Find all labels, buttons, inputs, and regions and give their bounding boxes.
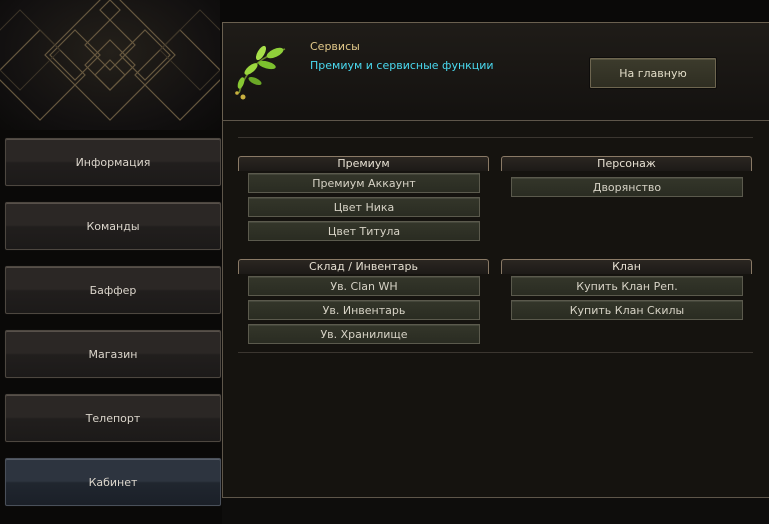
- bottom-strip: [222, 498, 769, 524]
- sidebar-item-cabinet[interactable]: Кабинет: [5, 458, 221, 506]
- section-premium: Премиум: [238, 156, 489, 171]
- clan-wh-button[interactable]: Ув. Clan WH: [248, 276, 480, 296]
- buy-clan-skills-button[interactable]: Купить Клан Скилы: [511, 300, 743, 320]
- page-title: Сервисы: [310, 40, 360, 53]
- sidebar-item-label: Магазин: [88, 347, 138, 361]
- sidebar-item-information[interactable]: Информация: [5, 138, 221, 186]
- sidebar-item-buffer[interactable]: Баффер: [5, 266, 221, 314]
- sidebar-item-shop[interactable]: Магазин: [5, 330, 221, 378]
- diamond-pattern-icon: [0, 0, 220, 121]
- title-color-button[interactable]: Цвет Титула: [248, 221, 480, 241]
- section-title: Премиум: [238, 156, 489, 171]
- logo-emblem: [0, 0, 220, 130]
- premium-account-button[interactable]: Премиум Аккаунт: [248, 173, 480, 193]
- page-subtitle: Премиум и сервисные функции: [310, 59, 494, 72]
- buy-clan-rep-button[interactable]: Купить Клан Реп.: [511, 276, 743, 296]
- section-storage: Склад / Инвентарь: [238, 259, 489, 274]
- sidebar-item-label: Баффер: [89, 283, 137, 297]
- home-button[interactable]: На главную: [590, 58, 716, 88]
- main-panel: Премиум Премиум Аккаунт Цвет Ника Цвет Т…: [222, 120, 769, 498]
- nobility-button[interactable]: Дворянство: [511, 177, 743, 197]
- divider: [238, 352, 753, 353]
- sidebar-item-commands[interactable]: Команды: [5, 202, 221, 250]
- sidebar-item-label: Информация: [75, 155, 151, 169]
- sidebar-item-label: Команды: [86, 219, 140, 233]
- section-title: Клан: [501, 259, 752, 274]
- inventory-button[interactable]: Ув. Инвентарь: [248, 300, 480, 320]
- sidebar-item-label: Кабинет: [88, 475, 138, 489]
- divider: [238, 137, 753, 138]
- section-character: Персонаж: [501, 156, 752, 171]
- header-panel: Сервисы Премиум и сервисные функции На г…: [222, 22, 769, 126]
- sidebar-item-label: Телепорт: [85, 411, 141, 425]
- leaf-icon: [235, 45, 286, 100]
- warehouse-button[interactable]: Ув. Хранилище: [248, 324, 480, 344]
- nick-color-button[interactable]: Цвет Ника: [248, 197, 480, 217]
- sidebar-item-teleport[interactable]: Телепорт: [5, 394, 221, 442]
- section-title: Склад / Инвентарь: [238, 259, 489, 274]
- section-clan: Клан: [501, 259, 752, 274]
- section-title: Персонаж: [501, 156, 752, 171]
